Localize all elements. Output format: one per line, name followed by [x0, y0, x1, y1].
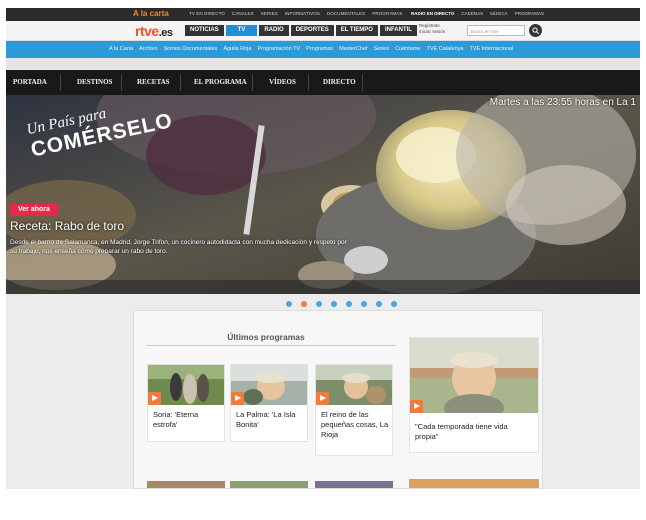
nav-noticias[interactable]: NOTICIAS [185, 25, 224, 36]
top-links-tv: TV EN DIRECTO CANALES SERIES INFORMATIVO… [189, 11, 402, 16]
section-divider [252, 74, 253, 91]
carousel-dot[interactable] [286, 301, 292, 307]
browser-page: A la carta TV EN DIRECTO CANALES SERIES … [6, 8, 640, 489]
top-link-cadenas[interactable]: CADENAS [461, 11, 483, 16]
subnav-archivo[interactable]: Archivo [139, 46, 157, 52]
nav-el-tiempo[interactable]: EL TIEMPO [335, 25, 378, 36]
nav-tv[interactable]: TV [225, 25, 258, 36]
program-card-title[interactable]: El reino de las pequeñas cosas, La Rioja [321, 410, 392, 440]
carousel-dot[interactable] [391, 301, 397, 307]
program-card-title[interactable]: La Palma: 'La Isla Bonita' [236, 410, 307, 430]
latest-programs-panel: Últimos programas Soria: 'Eterna estrofa… [133, 310, 543, 489]
play-icon[interactable] [231, 392, 244, 405]
subnav-aguila-roja[interactable]: Águila Roja [223, 46, 251, 52]
hero-description: Desde el barrio de Salamanca, en Madrid,… [10, 239, 347, 255]
logo-suffix: .es [158, 27, 173, 39]
search-button[interactable] [529, 24, 542, 37]
featured-image [410, 338, 538, 413]
rtve-logo[interactable]: rtve.es [135, 23, 173, 39]
top-links-radio: RADIO EN DIRECTO CADENAS MÚSICA PROGRAMA… [411, 11, 544, 16]
section-tab-portada[interactable]: PORTADA [13, 78, 47, 86]
site-header: rtve.es NOTICIAS TV RADIO DEPORTES EL TI… [6, 21, 640, 41]
hero-banner[interactable]: Martes a las 23:55 horas en La 1 Un País… [6, 95, 640, 294]
carousel-dot-active[interactable] [301, 301, 307, 307]
section-divider [60, 74, 61, 91]
program-card-title[interactable]: Soria: 'Eterna estrofa' [153, 410, 224, 430]
program-thumbnail [148, 365, 224, 405]
title-divider [146, 345, 396, 346]
tv-subnav: A la Carta Archivo Somos Documentales Ág… [6, 41, 640, 58]
top-link-musica[interactable]: MÚSICA [490, 11, 508, 16]
top-link-informativos[interactable]: INFORMATIVOS [285, 11, 320, 16]
section-tab-videos[interactable]: VÍDEOS [269, 78, 296, 86]
featured-thumbnail [410, 338, 538, 413]
featured-program-title[interactable]: "Cada temporada tiene vida propia" [415, 422, 533, 442]
nav-deportes[interactable]: DEPORTES [290, 25, 334, 36]
carousel-dot[interactable] [361, 301, 367, 307]
subnav-programacion-tv[interactable]: Programación TV [257, 46, 300, 52]
program-section-nav: PORTADA DESTINOS RECETAS EL PROGRAMA VÍD… [6, 70, 640, 95]
hero-title[interactable]: Receta: Rabo de toro [10, 219, 124, 233]
program-thumbnail [231, 365, 307, 405]
search-input[interactable]: Busca en rtve [467, 25, 525, 36]
account-links: Regístrate Iniciar sesión [419, 23, 445, 35]
section-divider [362, 74, 363, 91]
top-link-radio-programas[interactable]: PROGRAMAS [515, 11, 544, 16]
subnav-masterchef[interactable]: MasterChef [339, 46, 367, 52]
play-icon[interactable] [410, 400, 423, 413]
top-link-documentales[interactable]: DOCUMENTALES [327, 11, 365, 16]
watch-now-button[interactable]: Ver ahora [10, 204, 58, 216]
featured-program-card[interactable]: "Cada temporada tiene vida propia" [409, 337, 539, 453]
subnav-tve-internacional[interactable]: TVE Internacional [469, 46, 513, 52]
play-icon[interactable] [316, 392, 329, 405]
subnav-tve-catalunya[interactable]: TVE Catalunya [426, 46, 463, 52]
subnav-a-la-carta[interactable]: A la Carta [109, 46, 133, 52]
carousel-dots [286, 301, 397, 307]
program-card[interactable]: La Palma: 'La Isla Bonita' [230, 364, 308, 442]
nav-infantil[interactable]: INFANTIL [379, 25, 417, 36]
program-card[interactable] [315, 481, 393, 488]
subnav-series[interactable]: Series [374, 46, 390, 52]
program-card[interactable] [230, 481, 308, 488]
nav-radio[interactable]: RADIO [259, 25, 289, 36]
featured-program-card[interactable] [409, 479, 539, 488]
carousel-dot[interactable] [316, 301, 322, 307]
login-link[interactable]: Iniciar sesión [419, 29, 445, 35]
subnav-cuentame[interactable]: Cuéntame [395, 46, 420, 52]
hero-schedule: Martes a las 23:55 horas en La 1 [489, 97, 636, 108]
section-tab-directo[interactable]: DIRECTO [323, 78, 356, 86]
subnav-somos-documentales[interactable]: Somos Documentales [164, 46, 218, 52]
program-card[interactable]: El reino de las pequeñas cosas, La Rioja [315, 364, 393, 456]
top-link-series[interactable]: SERIES [261, 11, 278, 16]
section-divider [180, 74, 181, 91]
latest-programs-title: Últimos programas [227, 332, 305, 342]
section-tab-el-programa[interactable]: EL PROGRAMA [194, 78, 247, 86]
top-link-tv-directo[interactable]: TV EN DIRECTO [189, 11, 225, 16]
subnav-programas[interactable]: Programas [306, 46, 333, 52]
header-spacer [6, 58, 640, 70]
program-card[interactable] [147, 481, 225, 488]
section-tab-destinos[interactable]: DESTINOS [77, 78, 112, 86]
section-tab-recetas[interactable]: RECETAS [137, 78, 170, 86]
program-thumbnail [316, 365, 392, 405]
a-la-carta-link[interactable]: A la carta [133, 9, 169, 18]
logo-text: rtve [135, 23, 159, 39]
top-link-radio-directo[interactable]: RADIO EN DIRECTO [411, 11, 454, 16]
carousel-dot[interactable] [376, 301, 382, 307]
section-divider [308, 74, 309, 91]
carousel-dot[interactable] [331, 301, 337, 307]
section-divider [121, 74, 122, 91]
top-utility-bar: A la carta TV EN DIRECTO CANALES SERIES … [6, 8, 640, 21]
program-card[interactable]: Soria: 'Eterna estrofa' [147, 364, 225, 442]
search-icon [532, 27, 539, 34]
top-link-programas[interactable]: PROGRAMAS [372, 11, 402, 16]
top-link-canales[interactable]: CANALES [232, 11, 254, 16]
carousel-dot[interactable] [346, 301, 352, 307]
play-icon[interactable] [148, 392, 161, 405]
main-nav: NOTICIAS TV RADIO DEPORTES EL TIEMPO INF… [185, 25, 417, 36]
